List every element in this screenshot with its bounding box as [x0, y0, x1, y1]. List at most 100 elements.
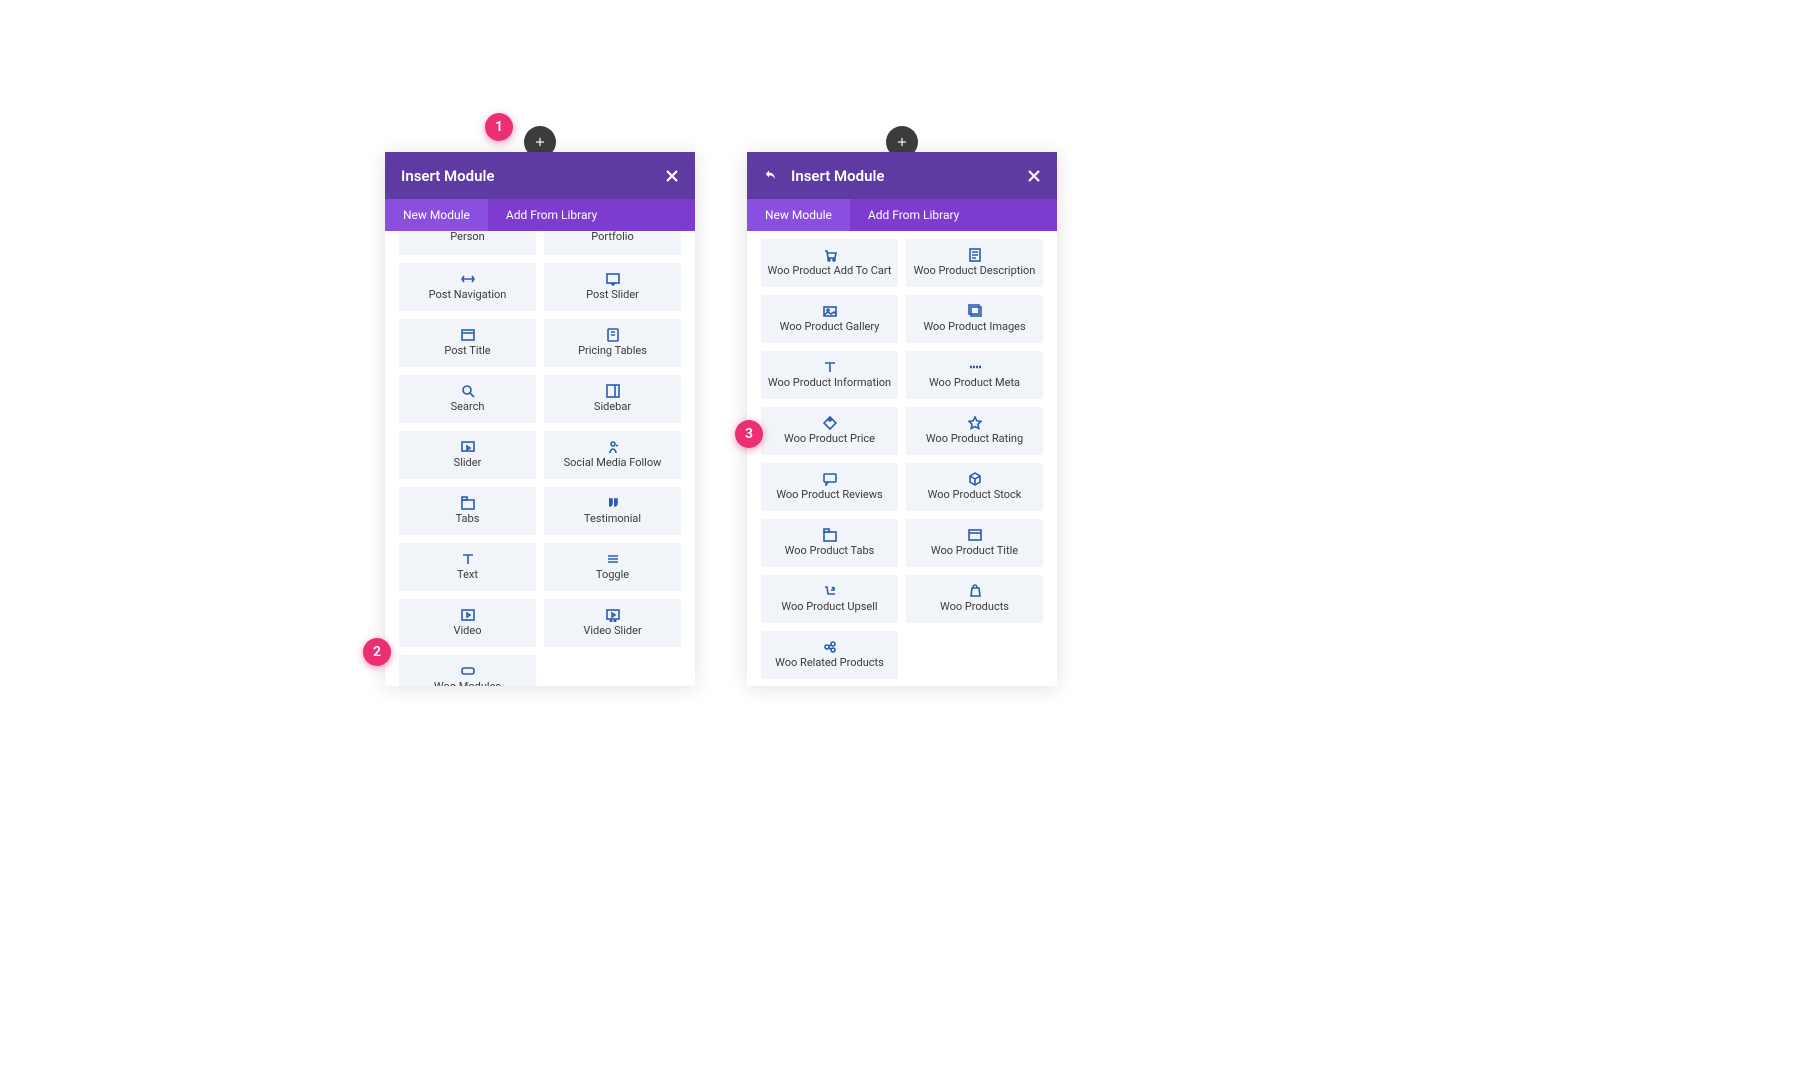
module-woo-product-price[interactable]: Woo Product Price: [761, 407, 898, 455]
module-label: Woo Modules: [434, 681, 501, 686]
panel-tabs: New Module Add From Library: [385, 199, 695, 231]
search-icon: [461, 384, 475, 398]
module-woo-product-information[interactable]: Woo Product Information: [761, 351, 898, 399]
pricing-icon: [606, 328, 620, 342]
module-woo-product-gallery[interactable]: Woo Product Gallery: [761, 295, 898, 343]
module-label: Woo Product Gallery: [780, 321, 880, 334]
module-pricing-tables[interactable]: Pricing Tables: [544, 319, 681, 367]
module-label: Woo Products: [940, 601, 1009, 614]
module-label: Testimonial: [584, 513, 641, 526]
text-icon: [461, 552, 475, 566]
module-woo-product-description[interactable]: Woo Product Description: [906, 239, 1043, 287]
module-video-slider[interactable]: Video Slider: [544, 599, 681, 647]
tabs-icon: [823, 528, 837, 542]
module-label: Pricing Tables: [578, 345, 647, 358]
slideshow-icon: [606, 272, 620, 286]
panel-tabs: New Module Add From Library: [747, 199, 1057, 231]
insert-module-panel-left: Insert Module New Module Add From Librar…: [385, 152, 695, 686]
module-label: Woo Product Title: [931, 545, 1018, 558]
panel-title: Insert Module: [401, 167, 665, 185]
module-woo-product-title[interactable]: Woo Product Title: [906, 519, 1043, 567]
module-label: Woo Product Description: [914, 265, 1036, 278]
module-video[interactable]: Video: [399, 599, 536, 647]
panel-title: Insert Module: [791, 167, 1027, 185]
module-label: Woo Related Products: [775, 657, 884, 670]
module-toggle[interactable]: Toggle: [544, 543, 681, 591]
module-woo-products[interactable]: Woo Products: [906, 575, 1043, 623]
module-portfolio[interactable]: Portfolio: [544, 231, 681, 255]
images-icon: [968, 304, 982, 318]
module-post-slider[interactable]: Post Slider: [544, 263, 681, 311]
meta-icon: [968, 360, 982, 374]
module-person[interactable]: Person: [399, 231, 536, 255]
module-tabs[interactable]: Tabs: [399, 487, 536, 535]
callout-badge-1: 1: [485, 113, 513, 141]
text-icon: [823, 360, 837, 374]
module-woo-product-reviews[interactable]: Woo Product Reviews: [761, 463, 898, 511]
module-woo-product-upsell[interactable]: Woo Product Upsell: [761, 575, 898, 623]
module-label: Woo Product Meta: [929, 377, 1020, 390]
panel-body: Person Portfolio Post NavigationPost Slide…: [385, 231, 695, 686]
reviews-icon: [823, 472, 837, 486]
module-label: Woo Product Images: [923, 321, 1025, 334]
module-woo-product-add-to-cart[interactable]: Woo Product Add To Cart: [761, 239, 898, 287]
quote-icon: [606, 496, 620, 510]
slider-icon: [461, 440, 475, 454]
social-icon: [606, 440, 620, 454]
module-label: Woo Product Upsell: [781, 601, 877, 614]
module-post-navigation[interactable]: Post Navigation: [399, 263, 536, 311]
close-button[interactable]: [665, 169, 679, 183]
sidebar-icon: [606, 384, 620, 398]
title-icon: [968, 528, 982, 542]
module-woo-product-meta[interactable]: Woo Product Meta: [906, 351, 1043, 399]
module-woo-modules[interactable]: Woo Modules: [399, 655, 536, 686]
module-post-title[interactable]: Post Title: [399, 319, 536, 367]
module-woo-product-stock[interactable]: Woo Product Stock: [906, 463, 1043, 511]
panel-body: Woo Product Add To Cart Woo Product Descr…: [747, 231, 1057, 686]
module-label: Video Slider: [583, 625, 641, 638]
module-label: Woo Product Price: [784, 433, 875, 446]
module-woo-product-rating[interactable]: Woo Product Rating: [906, 407, 1043, 455]
products-icon: [968, 584, 982, 598]
title-icon: [461, 328, 475, 342]
panel-header: Insert Module: [385, 152, 695, 199]
module-search[interactable]: Search: [399, 375, 536, 423]
videoslider-icon: [606, 608, 620, 622]
module-label: Toggle: [596, 569, 629, 582]
module-label: Woo Product Tabs: [785, 545, 875, 558]
desc-icon: [968, 248, 982, 262]
module-woo-product-tabs[interactable]: Woo Product Tabs: [761, 519, 898, 567]
stock-icon: [968, 472, 982, 486]
module-label: Woo Product Rating: [926, 433, 1023, 446]
module-label: Woo Product Add To Cart: [768, 265, 892, 278]
tab-add-from-library[interactable]: Add From Library: [850, 199, 977, 231]
module-social-media-follow[interactable]: Social Media Follow: [544, 431, 681, 479]
module-label: Search: [451, 401, 485, 414]
insert-module-panel-right: Insert Module New Module Add From Librar…: [747, 152, 1057, 686]
close-button[interactable]: [1027, 169, 1041, 183]
tab-add-from-library[interactable]: Add From Library: [488, 199, 615, 231]
module-label: Video: [454, 625, 482, 638]
cart-icon: [823, 248, 837, 262]
callout-badge-2: 2: [363, 638, 391, 666]
tabs-icon: [461, 496, 475, 510]
back-button[interactable]: [763, 168, 779, 184]
module-label: Social Media Follow: [564, 457, 662, 470]
module-sidebar[interactable]: Sidebar: [544, 375, 681, 423]
tab-new-module[interactable]: New Module: [747, 199, 850, 231]
module-label: Woo Product Information: [768, 377, 891, 390]
toggle-icon: [606, 552, 620, 566]
gallery-icon: [823, 304, 837, 318]
price-icon: [823, 416, 837, 430]
module-text[interactable]: Text: [399, 543, 536, 591]
tab-new-module[interactable]: New Module: [385, 199, 488, 231]
module-woo-related-products[interactable]: Woo Related Products: [761, 631, 898, 679]
module-woo-product-images[interactable]: Woo Product Images: [906, 295, 1043, 343]
panel-header: Insert Module: [747, 152, 1057, 199]
star-icon: [968, 416, 982, 430]
module-label: Slider: [454, 457, 482, 470]
module-label: Person: [450, 231, 484, 244]
module-testimonial[interactable]: Testimonial: [544, 487, 681, 535]
module-slider[interactable]: Slider: [399, 431, 536, 479]
module-label: Sidebar: [594, 401, 631, 414]
